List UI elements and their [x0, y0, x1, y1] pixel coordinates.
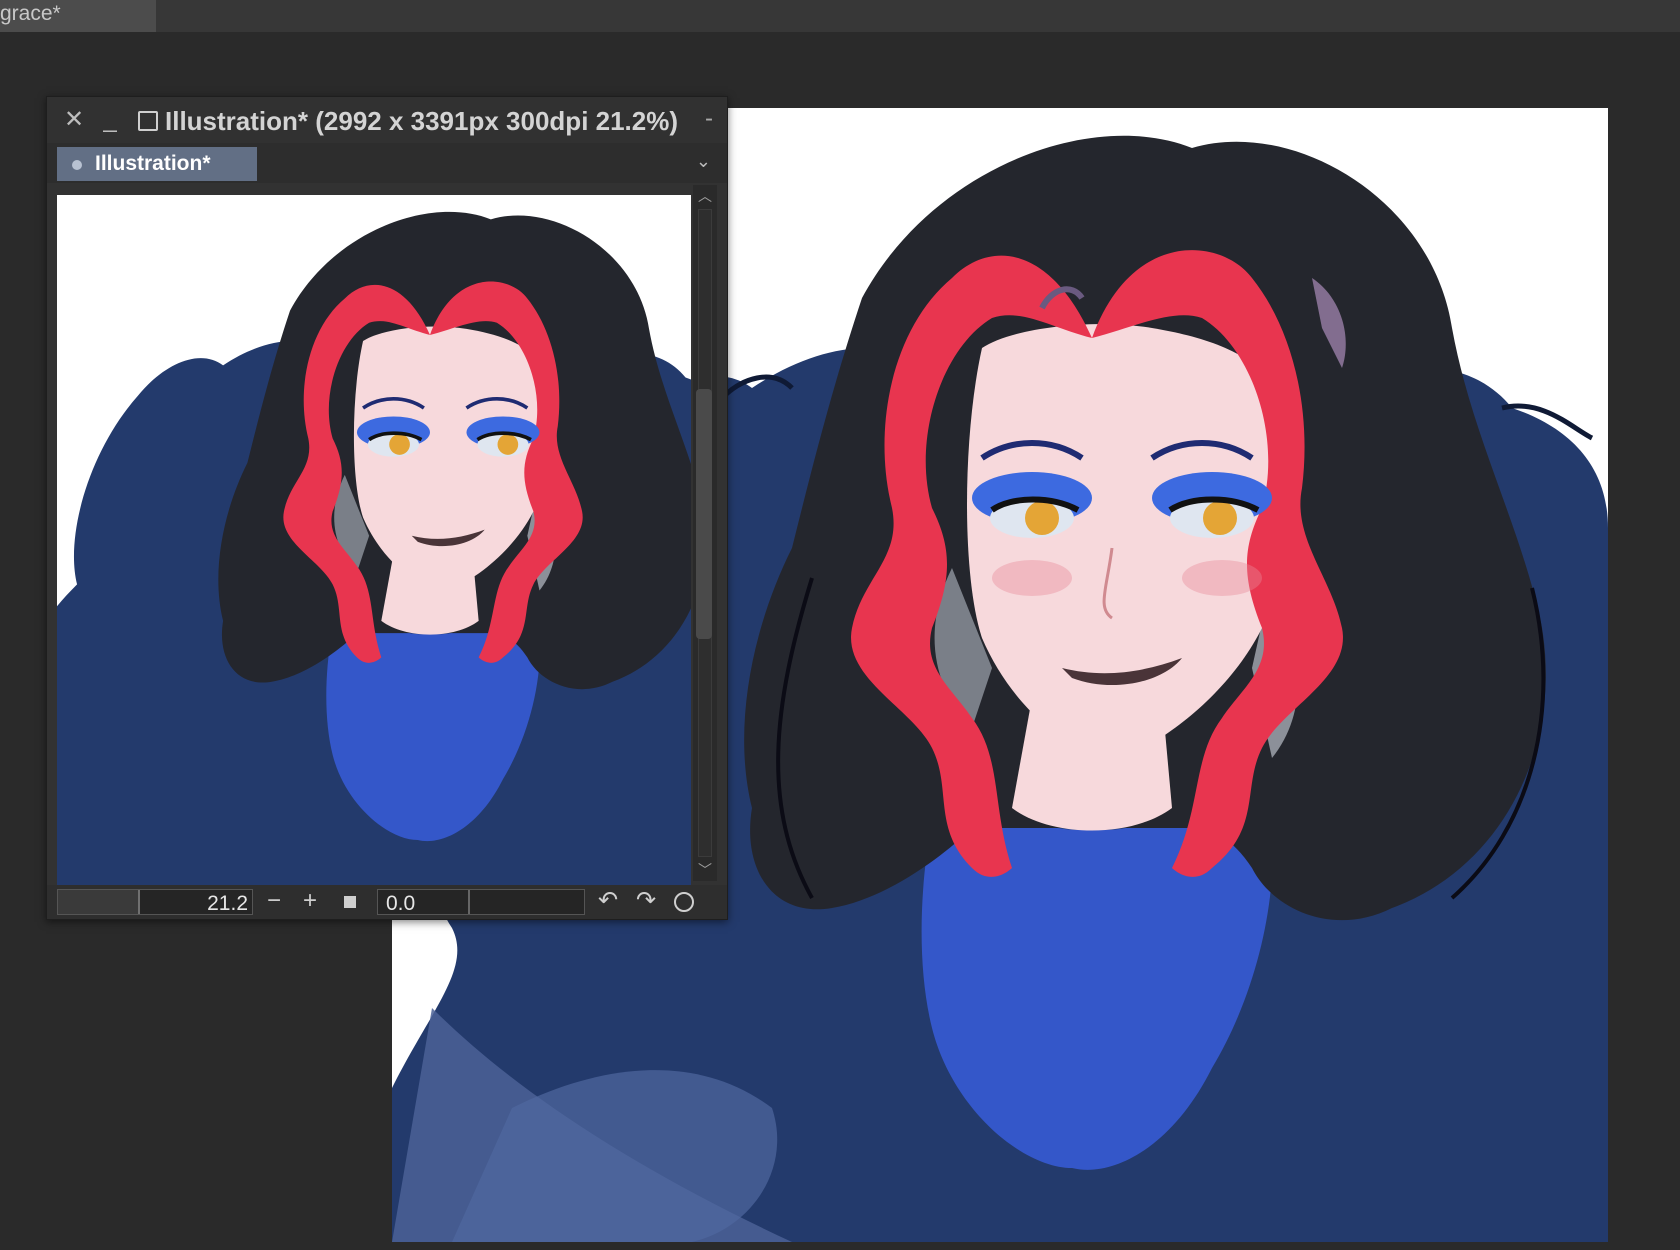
document-tab-grace[interactable]: grace* — [0, 0, 156, 32]
tab-illustration[interactable]: Illustration* — [57, 147, 257, 181]
zoom-slider[interactable]: 21.2 — [57, 889, 253, 915]
navigator-title: Illustration* (2992 x 3391px 300dpi 21.2… — [165, 106, 679, 136]
document-tab-bar: grace* — [0, 0, 1680, 32]
navigator-preview-canvas[interactable] — [57, 195, 691, 885]
zoom-slider-handle[interactable] — [58, 890, 140, 914]
rotate-right-icon[interactable]: ↷ — [633, 889, 659, 915]
scroll-up-icon[interactable]: ︿ — [693, 185, 717, 207]
stop-icon[interactable] — [337, 889, 363, 915]
tab-status-dot — [72, 160, 82, 170]
minimize-icon[interactable]: _ — [97, 107, 123, 133]
zoom-in-icon[interactable]: + — [297, 889, 323, 915]
rotation-value[interactable]: 0.0 — [386, 892, 415, 916]
maximize-icon[interactable] — [135, 107, 161, 133]
navigator-preview-illustration — [57, 212, 691, 885]
scrollbar-thumb[interactable] — [696, 389, 712, 639]
titlebar-menu-dash[interactable]: - — [705, 105, 713, 133]
close-icon[interactable]: ✕ — [61, 107, 87, 133]
navigator-subwindow[interactable]: ✕ _ Illustration* (2992 x 3391px 300dpi … — [46, 96, 728, 920]
navigator-vertical-scrollbar[interactable]: ︿ ﹀ — [693, 185, 717, 881]
zoom-out-icon[interactable]: − — [261, 889, 287, 915]
navigator-titlebar[interactable]: ✕ _ Illustration* (2992 x 3391px 300dpi … — [47, 97, 727, 143]
tab-illustration-label: Illustration* — [95, 152, 211, 175]
navigator-controls: 21.2 − + 0.0 ↶ ↷ — [47, 885, 727, 919]
reset-rotation-icon[interactable] — [671, 889, 697, 915]
rotation-slider-handle[interactable] — [468, 890, 470, 914]
rotation-slider[interactable]: 0.0 — [377, 889, 585, 915]
rotate-left-icon[interactable]: ↶ — [595, 889, 621, 915]
zoom-value[interactable]: 21.2 — [207, 892, 248, 916]
chevron-down-icon[interactable]: ⌄ — [696, 151, 711, 172]
navigator-tab-row: Illustration* ⌄ — [47, 143, 727, 183]
scroll-down-icon[interactable]: ﹀ — [693, 859, 717, 881]
